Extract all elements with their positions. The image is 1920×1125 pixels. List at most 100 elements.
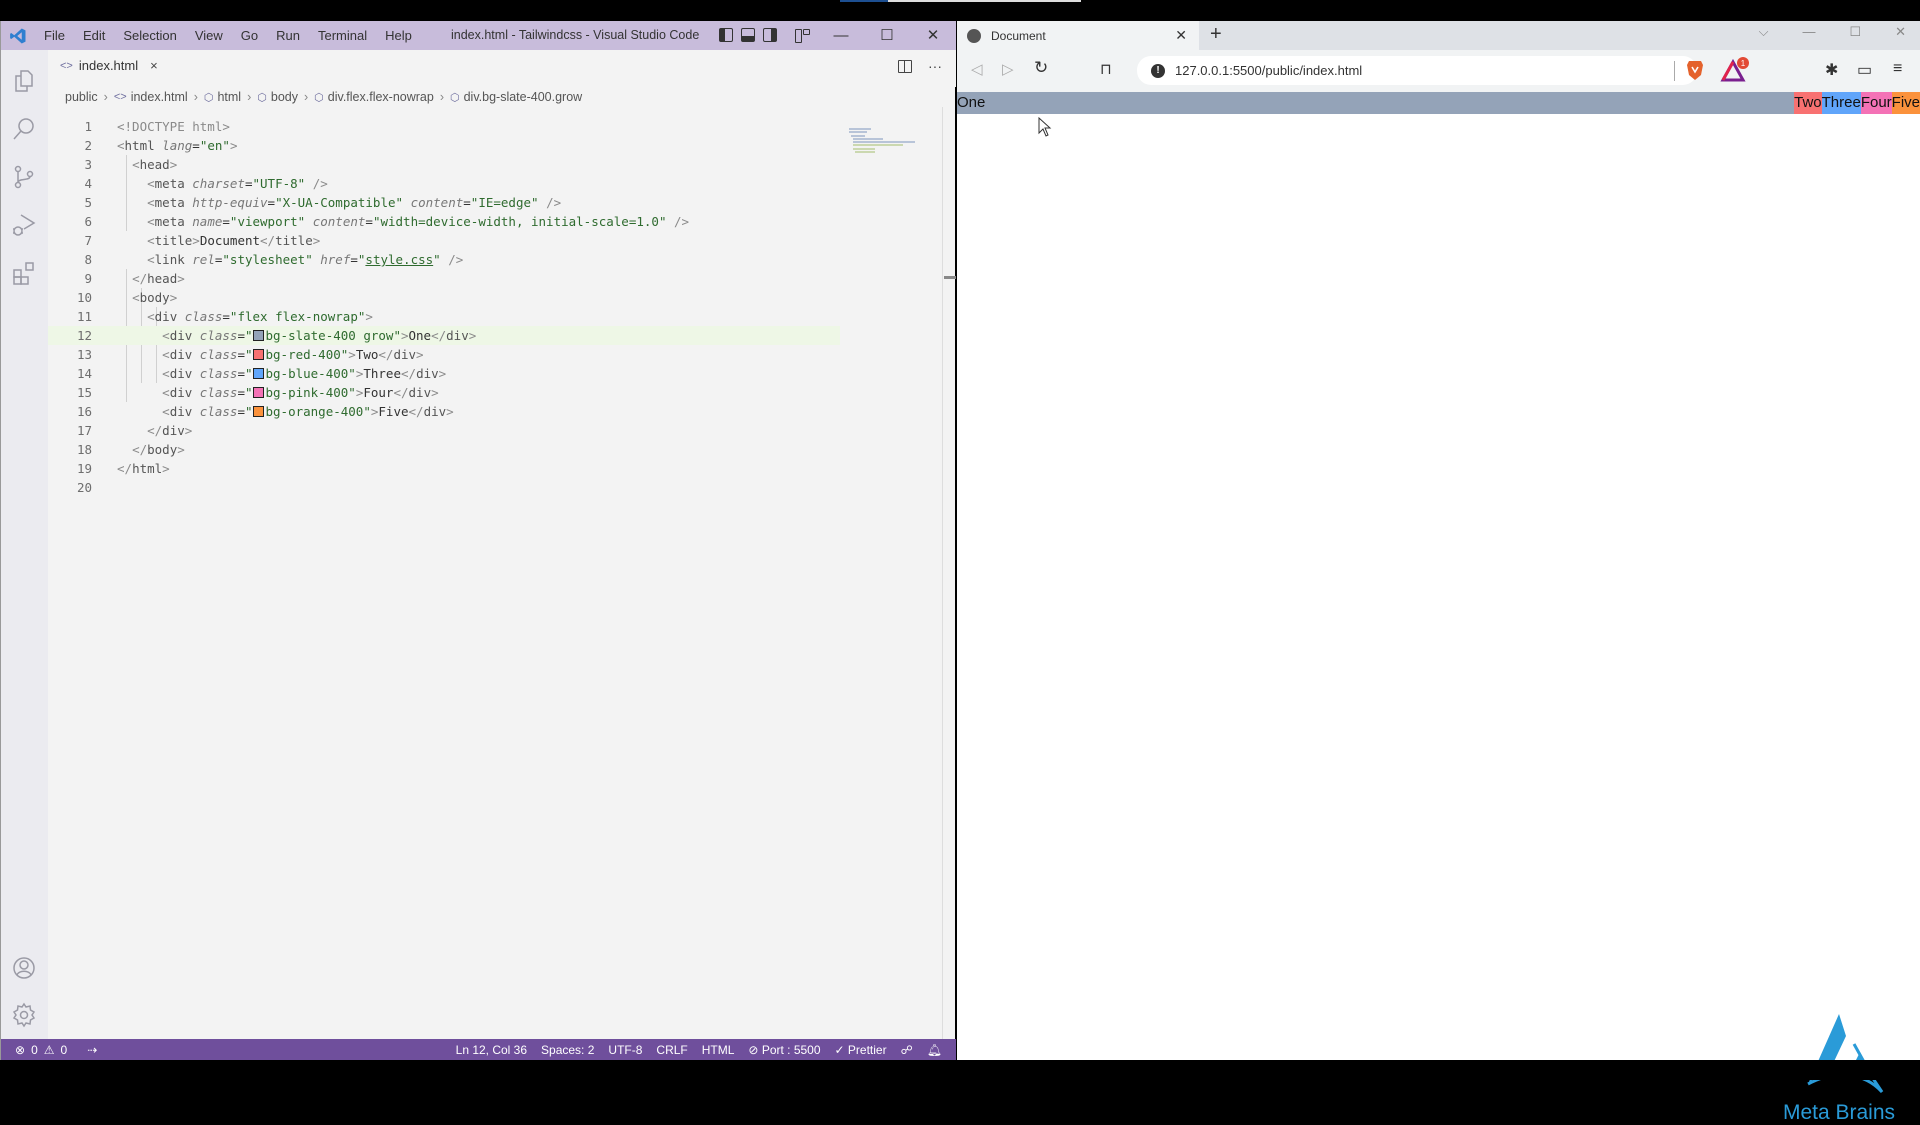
screen-bottom-bar — [0, 1060, 1920, 1080]
more-actions-icon[interactable]: ··· — [928, 58, 942, 74]
chevron-right-icon: › — [439, 90, 444, 104]
code-line: 14 <div class=" bg-blue-400">Three</div> — [48, 364, 838, 383]
color-swatch-red[interactable] — [252, 349, 264, 360]
maximize-button[interactable]: ☐ — [875, 24, 899, 46]
browser-tab-document[interactable]: Document ✕ — [957, 21, 1199, 50]
code-editor[interactable]: 1 <!DOCTYPE html> 2 <html lang="en"> 3 <he… — [48, 107, 840, 1061]
menu-run[interactable]: Run — [267, 28, 309, 43]
menu-view[interactable]: View — [186, 28, 232, 43]
class-value: bg-blue-400 — [265, 366, 349, 381]
href-link[interactable]: style.css — [365, 252, 433, 267]
menu-selection[interactable]: Selection — [114, 28, 185, 43]
tab-index-html[interactable]: <> index.html × — [60, 58, 158, 73]
code-line: 20 — [48, 478, 838, 497]
port-label: Port : 5500 — [761, 1042, 821, 1057]
notifications-bell-icon[interactable]: 🔔︎ — [927, 1043, 942, 1057]
code-line: 16 <div class=" bg-orange-400">Five</div> — [48, 402, 838, 421]
accounts-icon[interactable] — [11, 955, 37, 981]
line-number: 19 — [76, 461, 92, 476]
color-swatch-blue[interactable] — [252, 368, 264, 379]
brave-shields-icon[interactable] — [1686, 59, 1704, 81]
http-equiv-value: X-UA-Compatible — [282, 195, 396, 210]
forward-button[interactable]: ▷ — [1002, 60, 1014, 78]
close-tab-icon[interactable]: × — [150, 58, 158, 73]
scrollbar-thumb[interactable] — [944, 276, 956, 279]
address-bar[interactable]: ! 127.0.0.1:5500/public/index.html — [1137, 56, 1697, 85]
source-control-icon[interactable] — [11, 164, 37, 190]
code-line: 11 <div class="flex flex-nowrap"> — [48, 307, 838, 326]
live-share-icon[interactable]: ⇢ — [87, 1043, 97, 1057]
html-file-icon: <> — [60, 59, 73, 72]
close-tab-icon[interactable]: ✕ — [1175, 27, 1187, 44]
breadcrumb-item[interactable]: div.bg-slate-400.grow — [464, 90, 583, 104]
extensions-icon[interactable] — [11, 260, 37, 286]
toggle-panel-icon[interactable] — [741, 28, 755, 42]
color-swatch-pink[interactable] — [252, 387, 264, 398]
flex-item-three: Three — [1821, 92, 1861, 114]
settings-gear-icon[interactable] — [11, 1002, 37, 1028]
language-mode[interactable]: HTML — [702, 1043, 735, 1057]
error-icon[interactable]: ⊗ — [15, 1043, 25, 1057]
reload-button[interactable]: ↻ — [1034, 58, 1048, 78]
tab-search-chevron-icon[interactable]: ⌵ — [1759, 24, 1769, 40]
editor-scrollbar[interactable] — [942, 107, 943, 1061]
run-debug-icon[interactable] — [11, 212, 37, 238]
indentation[interactable]: Spaces: 2 — [541, 1043, 594, 1057]
breadcrumb-item[interactable]: public — [65, 90, 98, 104]
end-of-line[interactable]: CRLF — [656, 1043, 687, 1057]
element-cube-icon: ⬡ — [257, 91, 267, 104]
charset-value: UTF-8 — [260, 176, 298, 191]
toggle-primary-sidebar-icon[interactable] — [719, 28, 733, 42]
element-cube-icon: ⬡ — [314, 91, 324, 104]
breadcrumb-item[interactable]: div.flex.flex-nowrap — [328, 90, 434, 104]
code-line: 2 <html lang="en"> — [48, 136, 838, 155]
breadcrumb-item[interactable]: body — [271, 90, 298, 104]
back-button[interactable]: ◁ — [971, 60, 983, 78]
line-number: 5 — [84, 195, 92, 210]
explorer-icon[interactable] — [11, 68, 37, 94]
split-editor-icon[interactable] — [898, 59, 912, 73]
wallet-icon[interactable]: ▭ — [1857, 60, 1872, 80]
cursor-position[interactable]: Ln 12, Col 36 — [456, 1043, 527, 1057]
lang-value: en — [207, 138, 223, 153]
url-text[interactable]: 127.0.0.1:5500/public/index.html — [1175, 63, 1362, 78]
extensions-puzzle-icon[interactable]: ✱ — [1825, 60, 1838, 80]
encoding[interactable]: UTF-8 — [608, 1043, 642, 1057]
minimize-button[interactable]: — — [829, 24, 853, 46]
breadcrumb-item[interactable]: html — [217, 90, 241, 104]
menu-icon[interactable]: ≡ — [1893, 60, 1902, 78]
close-window-button[interactable]: ✕ — [1895, 24, 1906, 40]
code-line: 17 </div> — [48, 421, 838, 440]
color-swatch-slate[interactable] — [252, 330, 264, 341]
new-tab-button[interactable]: + — [1210, 23, 1222, 46]
minimap[interactable] — [849, 128, 929, 168]
code-line: 9 </head> — [48, 269, 838, 288]
error-count[interactable]: 0 — [31, 1043, 38, 1057]
doctype: <!DOCTYPE html> — [117, 119, 230, 134]
bookmark-icon[interactable]: ⊓ — [1100, 60, 1112, 78]
breadcrumb-item[interactable]: index.html — [131, 90, 188, 104]
toggle-secondary-sidebar-icon[interactable] — [763, 28, 777, 42]
warning-icon[interactable]: ⚠ — [44, 1043, 55, 1057]
menu-terminal[interactable]: Terminal — [309, 28, 376, 43]
flex-item-four: Four — [1860, 92, 1892, 114]
customize-layout-icon[interactable] — [795, 28, 810, 43]
class-value: bg-slate-400 grow — [265, 328, 394, 343]
maximize-button[interactable]: ☐ — [1849, 24, 1861, 40]
close-window-button[interactable]: ✕ — [921, 24, 945, 46]
code-line: 4 <meta charset="UTF-8" /> — [48, 174, 838, 193]
prettier-status[interactable]: ✓ Prettier — [835, 1043, 887, 1057]
menu-help[interactable]: Help — [376, 28, 421, 43]
menu-edit[interactable]: Edit — [74, 28, 114, 43]
live-server-port[interactable]: ⊘ Port : 5500 — [748, 1043, 820, 1057]
warning-count[interactable]: 0 — [61, 1043, 68, 1057]
color-swatch-orange[interactable] — [252, 406, 264, 417]
menu-go[interactable]: Go — [232, 28, 267, 43]
code-line: 6 <meta name="viewport" content="width=d… — [48, 212, 838, 231]
feedback-icon[interactable]: ☍ — [901, 1043, 913, 1057]
search-icon[interactable] — [11, 116, 37, 142]
minimize-button[interactable]: — — [1802, 24, 1815, 40]
element-cube-icon: ⬡ — [203, 91, 214, 104]
site-info-icon[interactable]: ! — [1151, 63, 1165, 78]
menu-file[interactable]: File — [35, 28, 74, 43]
